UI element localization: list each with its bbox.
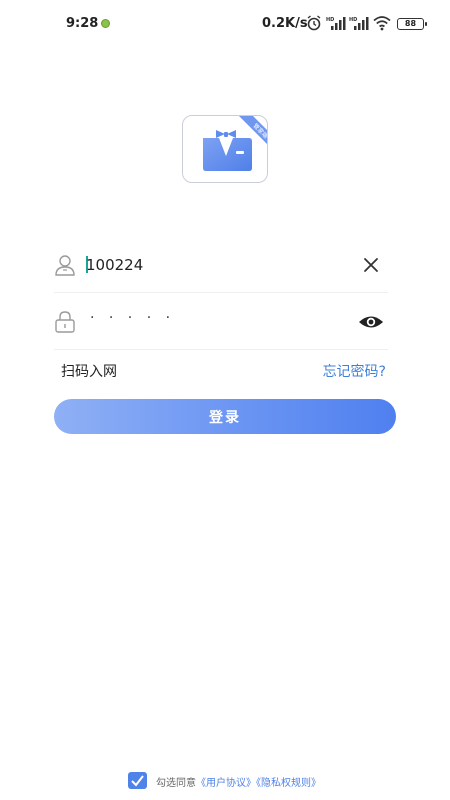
password-row: · · · · · — [54, 294, 388, 350]
eye-icon[interactable] — [358, 311, 384, 333]
forgot-password-link[interactable]: 忘记密码? — [323, 361, 386, 381]
battery-indicator: 88 — [397, 18, 427, 30]
username-input[interactable] — [86, 251, 346, 279]
alarm-icon — [307, 15, 321, 31]
network-speed: 0.2K/s — [262, 16, 308, 31]
agreement-prefix: 勾选同意 — [156, 778, 196, 789]
check-icon — [131, 775, 144, 787]
status-bar: 9:28 0.2K/s HD HD 88 — [0, 0, 450, 48]
signal-icon: HD — [349, 17, 369, 30]
username-row — [54, 237, 388, 293]
wifi-icon — [373, 16, 391, 31]
login-button[interactable]: 登录 — [54, 399, 396, 434]
signal-icon: HD — [326, 17, 346, 30]
notification-icon — [101, 19, 110, 28]
scan-to-join-link[interactable]: 扫码入网 — [61, 361, 117, 381]
password-input[interactable]: · · · · · — [90, 310, 175, 326]
agreement-row: 勾选同意《用户协议》《隐私权规则》 — [128, 772, 388, 790]
svg-text:HD: HD — [349, 17, 357, 23]
butler-logo-icon: 管家端 — [203, 116, 267, 171]
svg-text:HD: HD — [326, 17, 334, 23]
user-icon — [55, 255, 75, 276]
agreement-checkbox[interactable] — [128, 772, 147, 789]
status-time: 9:28 — [66, 16, 99, 31]
clear-icon[interactable] — [360, 254, 382, 276]
user-agreement-link[interactable]: 《用户协议》 — [196, 778, 256, 789]
app-logo: 管家端 — [182, 115, 268, 183]
privacy-policy-link[interactable]: 《隐私权规则》 — [256, 778, 321, 789]
lock-icon — [55, 311, 75, 333]
agreement-text: 勾选同意《用户协议》《隐私权规则》 — [156, 774, 321, 789]
